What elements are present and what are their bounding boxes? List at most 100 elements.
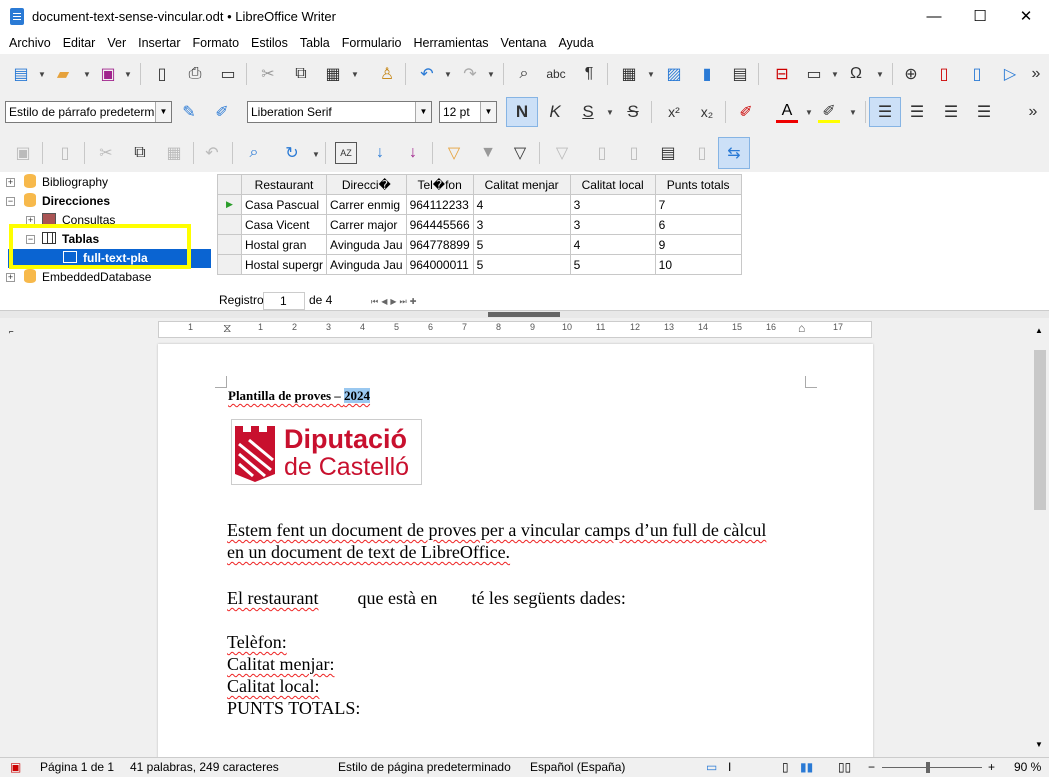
data-source-icon[interactable]: ▯ — [691, 142, 713, 164]
column-header[interactable]: Punts totals — [654, 174, 742, 195]
align-left-icon[interactable]: ☰ — [869, 97, 901, 127]
reset-filter-icon[interactable]: ▽ — [551, 142, 573, 164]
table-row[interactable]: Hostal supergr Avinguda Jau 964000011 5 … — [217, 254, 742, 275]
table-cell[interactable]: 9 — [654, 234, 742, 255]
expand-icon[interactable]: + — [6, 178, 15, 187]
tree-item-bibliography[interactable]: Bibliography — [24, 173, 108, 192]
vertical-scrollbar[interactable]: ▲ ▼ — [1031, 320, 1049, 757]
copy-icon[interactable]: ⧉ — [290, 63, 312, 85]
table-cell[interactable]: Carrer major — [326, 214, 407, 235]
document-heading[interactable]: Plantilla de proves – 2024 — [228, 388, 371, 404]
table-cell[interactable]: 3 — [472, 214, 571, 235]
menu-formulario[interactable]: Formulario — [336, 36, 408, 50]
table-cell[interactable]: 6 — [654, 214, 742, 235]
splitter-handle[interactable] — [488, 312, 560, 317]
paragraph-line[interactable]: Estem fent un document de proves per a v… — [227, 520, 766, 541]
collapse-icon[interactable]: − — [26, 235, 35, 244]
collapse-icon[interactable]: − — [6, 197, 15, 206]
menu-editar[interactable]: Editar — [57, 36, 102, 50]
underline-button[interactable]: S — [577, 101, 599, 123]
new-style-icon[interactable]: ✐ — [211, 101, 233, 123]
export-pdf-icon[interactable]: ▯ — [151, 63, 173, 85]
hyperlink-icon[interactable]: ⊕ — [900, 63, 922, 85]
minimize-button[interactable]: — — [911, 0, 957, 32]
language[interactable]: Español (España) — [530, 760, 625, 774]
font-size-combo[interactable]: 12 pt ▼ — [439, 101, 497, 123]
field-line-place[interactable]: Calitat local: — [227, 676, 319, 697]
refresh-icon[interactable]: ↻ — [281, 142, 303, 164]
edit-data-icon[interactable]: ▯ — [54, 142, 76, 164]
single-page-view-icon[interactable]: ▯ — [782, 760, 789, 774]
page-break-icon[interactable]: ⊟ — [771, 63, 793, 85]
table-cell[interactable]: Avinguda Jau — [326, 234, 407, 255]
footnote-icon[interactable]: ▯ — [933, 63, 955, 85]
copy-icon[interactable]: ⧉ — [129, 142, 151, 164]
autofilter-icon[interactable]: ▽ — [443, 142, 465, 164]
document-modified-icon[interactable]: ▣ — [10, 760, 21, 774]
tree-item-direcciones[interactable]: Direcciones — [24, 192, 110, 211]
scroll-down-icon[interactable]: ▼ — [1035, 740, 1043, 749]
mail-merge-icon[interactable]: ▤ — [657, 142, 679, 164]
book-view-icon[interactable]: ▯▯ — [838, 760, 851, 774]
table-row[interactable]: ▶ Casa Pascual Carrer enmig 964112233 4 … — [217, 194, 742, 215]
menu-ventana[interactable]: Ventana — [495, 36, 553, 50]
field-line-total[interactable]: PUNTS TOTALS: — [227, 698, 360, 719]
expand-icon[interactable]: + — [6, 273, 15, 282]
standard-filter-icon[interactable]: ▽ — [509, 142, 531, 164]
sort-icon[interactable]: AZ — [335, 142, 357, 164]
find-replace-icon[interactable]: ⌕ — [513, 63, 535, 85]
page-count[interactable]: Página 1 de 1 — [40, 760, 114, 774]
table-row[interactable]: Hostal gran Avinguda Jau 964778899 5 4 9 — [217, 234, 742, 255]
table-cell[interactable]: 3 — [569, 194, 656, 215]
table-cell[interactable]: Carrer enmig — [326, 194, 407, 215]
bold-button[interactable]: N — [506, 97, 538, 127]
align-center-icon[interactable]: ☰ — [906, 101, 928, 123]
column-header[interactable]: Calitat menjar — [472, 174, 571, 195]
column-header[interactable]: Tel�fon — [405, 174, 474, 195]
overflow-icon[interactable]: » — [1022, 101, 1044, 123]
right-indent-marker-icon[interactable]: ⌂ — [798, 321, 805, 335]
font-color-icon[interactable]: A — [776, 101, 798, 123]
bookmark-icon[interactable]: ▷ — [999, 63, 1021, 85]
cut-icon[interactable]: ✂ — [257, 63, 279, 85]
special-character-icon[interactable]: Ω — [845, 63, 867, 85]
data-to-text-fields-icon[interactable]: ▯ — [623, 142, 645, 164]
insert-image-icon[interactable]: ▨ — [663, 63, 685, 85]
paste-icon[interactable]: ▦ — [163, 142, 185, 164]
new-doc-icon[interactable]: ▤ — [10, 63, 32, 85]
overflow-icon[interactable]: » — [1025, 63, 1047, 85]
endnote-icon[interactable]: ▯ — [966, 63, 988, 85]
table-cell[interactable]: 4 — [472, 194, 571, 215]
page-style[interactable]: Estilo de página predeterminado — [338, 760, 511, 774]
sort-descending-icon[interactable]: ↓ — [402, 142, 424, 164]
indent-marker-icon[interactable]: ⧖ — [223, 321, 231, 336]
table-cell[interactable]: Hostal supergr — [240, 254, 328, 275]
table-cell[interactable]: 10 — [654, 254, 742, 275]
print-icon[interactable]: ⎙ — [184, 63, 206, 85]
menu-estilos[interactable]: Estilos — [245, 36, 294, 50]
insert-chart-icon[interactable]: ▮ — [696, 63, 718, 85]
table-cell[interactable]: 964112233 — [405, 194, 474, 215]
table-cell[interactable]: Hostal gran — [240, 234, 328, 255]
italic-button[interactable]: K — [544, 101, 566, 123]
table-cell[interactable]: Avinguda Jau — [326, 254, 407, 275]
update-style-icon[interactable]: ✎ — [178, 101, 200, 123]
insert-field-icon[interactable]: ▭ — [803, 63, 825, 85]
highlight-color-icon[interactable]: ✐ — [818, 101, 840, 123]
menu-formato[interactable]: Formato — [187, 36, 246, 50]
insert-table-icon[interactable]: ▦ — [618, 63, 640, 85]
table-cell[interactable]: 964778899 — [405, 234, 474, 255]
row-handle[interactable] — [217, 234, 242, 255]
paragraph-style-combo[interactable]: Estilo de párrafo predetermi ▼ — [5, 101, 172, 123]
menu-ver[interactable]: Ver — [101, 36, 132, 50]
data-to-text-icon[interactable]: ▣ — [12, 142, 34, 164]
menu-herramientas[interactable]: Herramientas — [408, 36, 495, 50]
column-header[interactable]: Direcci� — [326, 174, 407, 195]
word-count[interactable]: 41 palabras, 249 caracteres — [130, 760, 279, 774]
menu-ayuda[interactable]: Ayuda — [552, 36, 599, 50]
paragraph-line[interactable]: El restaurant que està en té les següent… — [227, 588, 626, 609]
maximize-button[interactable]: ☐ — [957, 0, 1003, 32]
field-line-food[interactable]: Calitat menjar: — [227, 654, 334, 675]
data-to-fields-icon[interactable]: ▯ — [591, 142, 613, 164]
table-cell[interactable]: 5 — [472, 234, 571, 255]
